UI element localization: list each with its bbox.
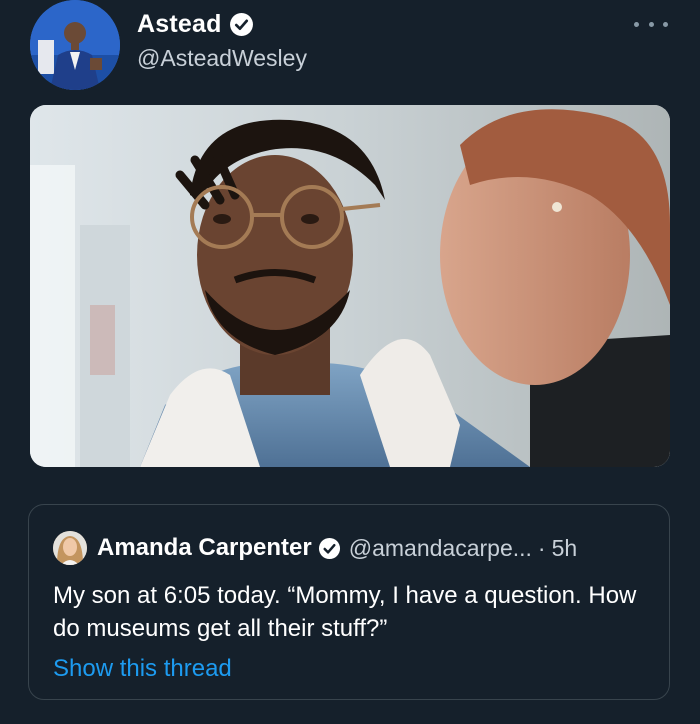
more-options-icon[interactable] (634, 14, 668, 34)
quoted-tweet-text: My son at 6:05 today. “Mommy, I have a q… (53, 582, 637, 642)
quoted-tweet-time[interactable]: 5h (552, 535, 578, 562)
author-handle[interactable]: @AsteadWesley (137, 45, 307, 72)
quoted-author-avatar[interactable] (53, 531, 87, 565)
avatar-photo (30, 0, 120, 90)
quoted-tweet-header: Amanda Carpenter @amandacarpe... · 5h (53, 531, 577, 565)
quoted-tweet[interactable]: Amanda Carpenter @amandacarpe... · 5h My… (28, 504, 670, 700)
show-thread-link[interactable]: Show this thread (53, 655, 232, 683)
tweet-media-image[interactable] (30, 105, 670, 467)
author-names: Astead @AsteadWesley (137, 10, 307, 72)
dot (634, 21, 639, 27)
separator-dot: · (537, 534, 546, 561)
dot (648, 21, 654, 27)
display-name-row: Astead (137, 10, 307, 39)
quoted-author-handle[interactable]: @amandacarpe... (349, 535, 532, 562)
verified-badge-icon (229, 12, 254, 37)
tweet-header: Astead @AsteadWesley (30, 0, 670, 100)
media-photo (30, 105, 670, 467)
author-avatar[interactable] (30, 0, 120, 90)
author-display-name[interactable]: Astead (137, 10, 222, 39)
verified-badge-icon (318, 537, 341, 560)
dot (663, 21, 668, 27)
quoted-author-display-name[interactable]: Amanda Carpenter (97, 534, 312, 562)
quoted-avatar-photo (53, 531, 87, 565)
